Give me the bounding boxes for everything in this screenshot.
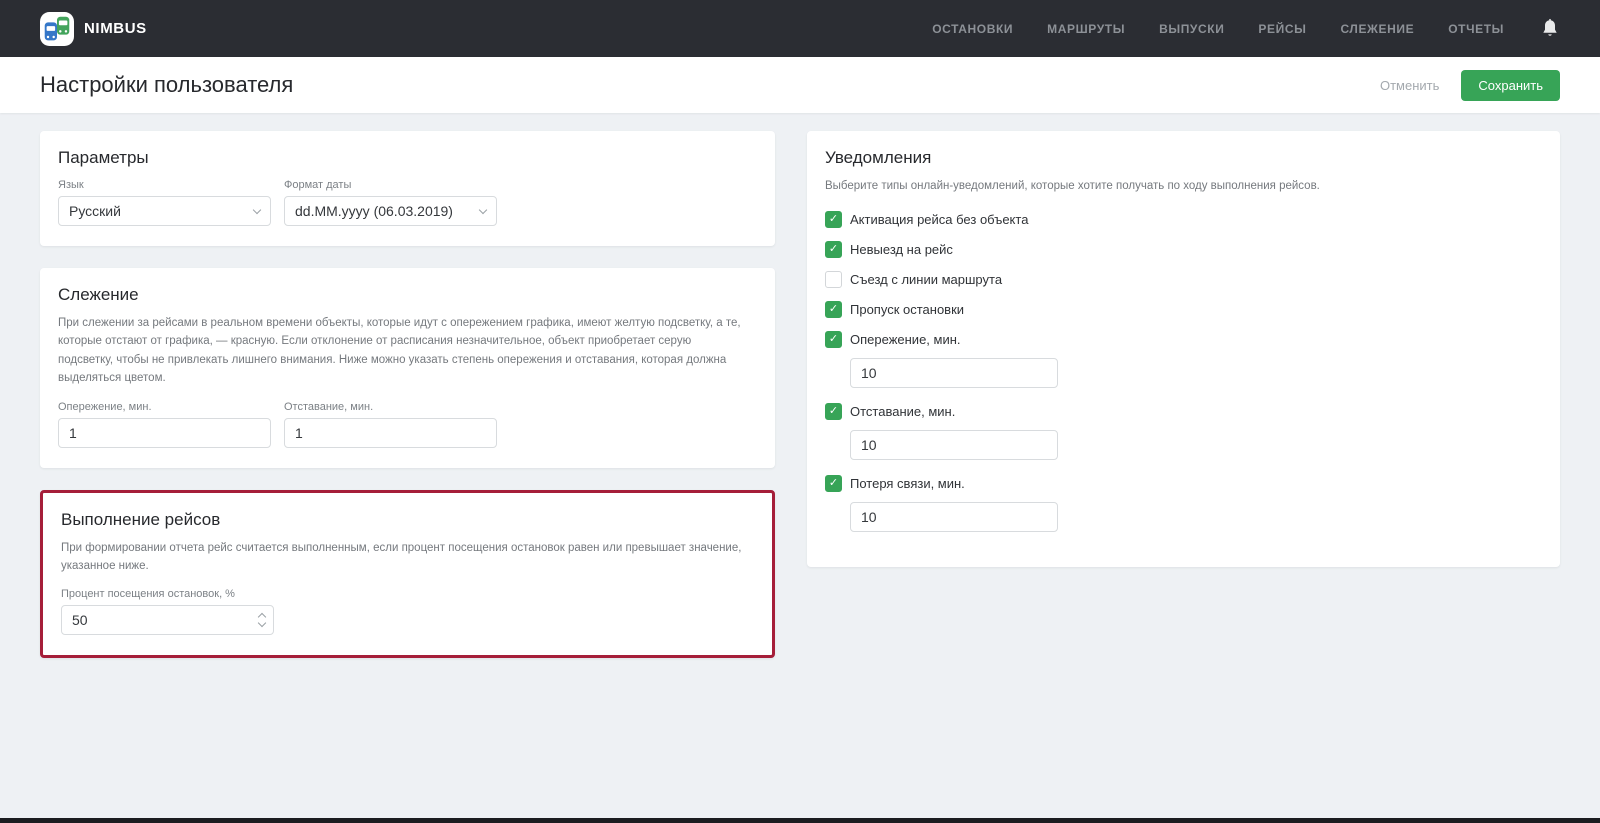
save-button[interactable]: Сохранить [1461,69,1560,101]
left-column: Параметры Язык Русский Формат даты dd.MM… [40,131,775,659]
notification-item: ✓ Пропуск остановки [825,301,1542,319]
notification-item-label: Потеря связи, мин. [850,476,965,492]
brand-name: NIMBUS [84,20,147,37]
notification-checkbox-row[interactable]: Съезд с линии маршрута [825,271,1542,289]
chevron-down-icon [252,205,262,214]
card-trip-execution: Выполнение рейсов При формировании отчет… [40,489,775,659]
checkbox-unchecked-icon[interactable] [825,271,842,289]
lag-minutes-input[interactable] [284,417,497,448]
card-notifications-description: Выберите типы онлайн-уведомлений, которы… [825,180,1320,192]
notification-item-label: Невыезд на рейс [850,242,953,258]
notification-checkbox-row[interactable]: ✓ Невыезд на рейс [825,241,1542,259]
notifications-bell-button[interactable] [1540,18,1560,40]
card-trip-execution-title: Выполнение рейсов [61,509,221,529]
notification-item: Съезд с линии маршрута [825,271,1542,289]
checkbox-checked-icon[interactable]: ✓ [825,211,842,229]
lag-minutes-field: Отставание, мин. [284,401,497,448]
nav-item-слежение[interactable]: СЛЕЖЕНИЕ [1340,22,1414,36]
nimbus-logo-icon [40,11,74,46]
language-field: Язык Русский [58,179,271,226]
notification-item: ✓ Невыезд на рейс [825,241,1542,259]
number-stepper[interactable] [257,605,267,635]
stop-visit-percent-field: Процент посещения остановок, % [61,588,274,636]
date-format-label: Формат даты [284,179,352,191]
language-label: Язык [58,179,84,191]
notification-item: ✓ Опережение, мин. [825,331,1542,389]
date-format-field: Формат даты dd.MM.yyyy (06.03.2019) [284,179,497,226]
nav-item-остановки[interactable]: ОСТАНОВКИ [932,22,1013,36]
card-tracking-title: Слежение [58,285,139,304]
lead-minutes-label: Опережение, мин. [58,400,152,413]
nav-item-маршруты[interactable]: МАРШРУТЫ [1047,22,1125,36]
bottom-edge-bar [0,818,1600,823]
card-parameters: Параметры Язык Русский Формат даты dd.MM… [40,131,775,246]
nav-item-рейсы[interactable]: РЕЙСЫ [1258,22,1306,36]
language-select[interactable]: Русский [58,196,271,226]
nav-links: ОСТАНОВКИ МАРШРУТЫ ВЫПУСКИ РЕЙСЫ СЛЕЖЕНИЕ ОТЧ… [932,22,1504,36]
stepper-down-icon[interactable] [257,619,267,628]
notification-list: ✓ Активация рейса без объекта ✓ Невыезд на … [825,211,1542,533]
card-notifications: Уведомления Выберите типы онлайн-уведомл… [807,131,1560,568]
notification-checkbox-row[interactable]: ✓ Активация рейса без объекта [825,211,1542,229]
nav-item-выпуски[interactable]: ВЫПУСКИ [1159,22,1224,36]
stop-visit-percent-label: Процент посещения остановок, % [61,588,235,601]
notification-checkbox-row[interactable]: ✓ Пропуск остановки [825,301,1542,319]
page-header: Настройки пользователя Отменить Сохранит… [0,57,1600,113]
notification-checkbox-row[interactable]: ✓ Потеря связи, мин. [825,475,1542,493]
notification-item-label: Опережение, мин. [850,332,961,348]
stop-visit-percent-input[interactable] [61,605,274,636]
bell-icon [1543,18,1557,36]
notification-threshold-input[interactable] [850,358,1058,389]
lead-minutes-field: Опережение, мин. [58,401,271,448]
date-format-selected-value: dd.MM.yyyy (06.03.2019) [295,203,453,219]
language-selected-value: Русский [69,203,121,219]
notification-item: ✓ Потеря связи, мин. [825,475,1542,533]
lag-minutes-label: Отставание, мин. [284,400,374,413]
notification-item-label: Пропуск остановки [850,302,965,318]
checkbox-checked-icon[interactable]: ✓ [825,475,842,493]
checkbox-checked-icon[interactable]: ✓ [825,403,842,421]
notification-item-label: Отставание, мин. [850,404,956,420]
lead-minutes-input[interactable] [58,417,271,448]
notification-item: ✓ Отставание, мин. [825,403,1542,461]
brand[interactable]: NIMBUS [40,11,147,46]
notification-checkbox-row[interactable]: ✓ Отставание, мин. [825,403,1542,421]
card-trip-execution-description: При формировании отчета рейс считается в… [61,541,742,572]
chevron-down-icon [478,205,488,214]
notification-threshold-input[interactable] [850,502,1058,533]
date-format-select[interactable]: dd.MM.yyyy (06.03.2019) [284,196,497,226]
card-tracking-description: При слежении за рейсами в реальном време… [58,317,741,385]
card-tracking: Слежение При слежении за рейсами в реаль… [40,268,775,468]
card-notifications-title: Уведомления [825,148,932,167]
notification-threshold-input[interactable] [850,430,1058,461]
checkbox-checked-icon[interactable]: ✓ [825,331,842,349]
cancel-button[interactable]: Отменить [1380,78,1439,93]
header-actions: Отменить Сохранить [1380,69,1560,101]
nav-item-отчеты[interactable]: ОТЧЕТЫ [1448,22,1504,36]
settings-content: Параметры Язык Русский Формат даты dd.MM… [0,113,1600,659]
notification-item: ✓ Активация рейса без объекта [825,211,1542,229]
page-title: Настройки пользователя [40,72,294,97]
card-parameters-title: Параметры [58,148,149,167]
checkbox-checked-icon[interactable]: ✓ [825,241,842,259]
checkbox-checked-icon[interactable]: ✓ [825,301,842,319]
notification-item-label: Съезд с линии маршрута [850,272,1003,288]
top-navbar: NIMBUS ОСТАНОВКИ МАРШРУТЫ ВЫПУСКИ РЕЙСЫ СЛЕЖ… [0,0,1600,57]
notification-checkbox-row[interactable]: ✓ Опережение, мин. [825,331,1542,349]
notification-item-label: Активация рейса без объекта [850,212,1029,228]
